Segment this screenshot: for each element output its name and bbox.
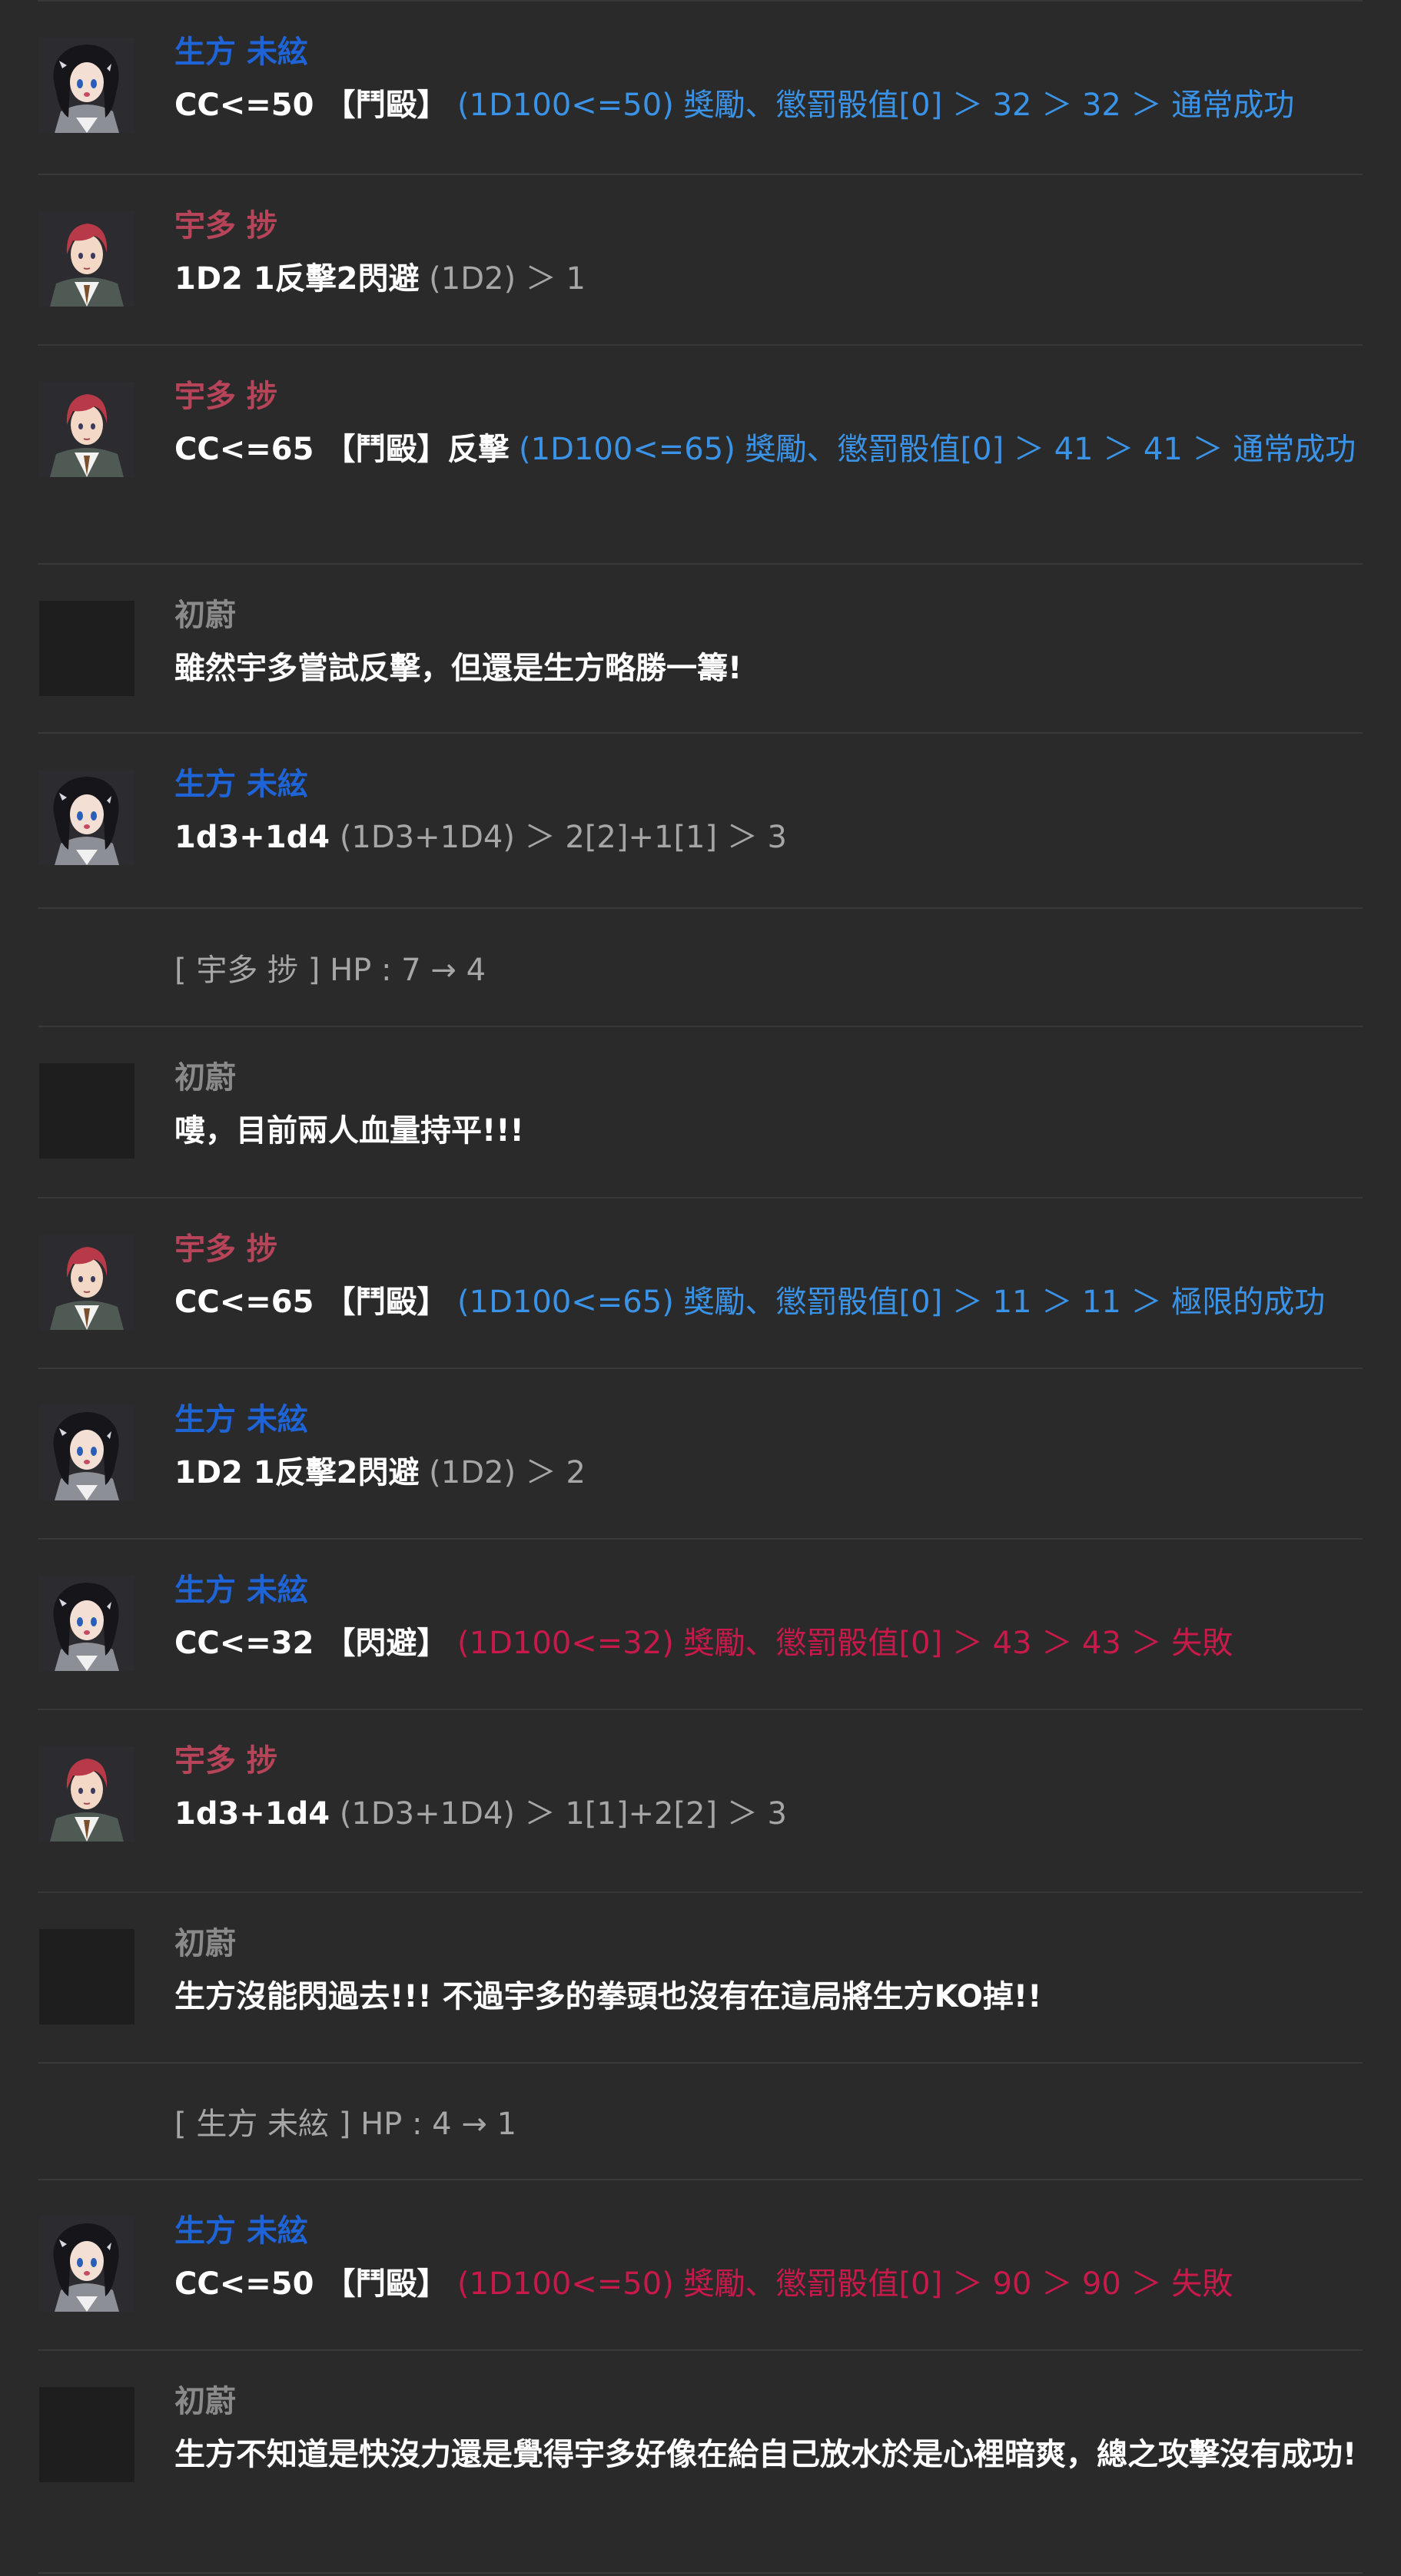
chat-message: 宇多 捗 CC<=65 【鬥毆】 (1D100<=65) 獎勵、懲罰骰值[0] ＞…: [38, 1198, 1363, 1369]
message-body: 1D2 1反擊2閃避 (1D2) ＞ 2: [174, 1449, 1366, 1497]
narration-text: 生方不知道是快沒力還是覺得宇多好像在給自己放水於是心裡暗爽，總之攻擊沒有成功!: [174, 2437, 1357, 2472]
message-body: 嘍，目前兩人血量持平!!!: [174, 1107, 1366, 1155]
avatar[interactable]: [39, 1235, 134, 1330]
dice-result: (1D100<=50) 獎勵、懲罰骰值[0] ＞ 32 ＞ 32 ＞ 通常成功: [447, 88, 1295, 123]
dice-command: 1D2 1反擊2閃避: [174, 1455, 420, 1490]
message-body: CC<=50 【鬥毆】 (1D100<=50) 獎勵、懲罰骰值[0] ＞ 32 …: [174, 81, 1366, 129]
dice-result: (1D3+1D4) ＞ 2[2]+1[1] ＞ 3: [330, 820, 787, 855]
dice-command: CC<=50 【鬥毆】: [174, 2266, 448, 2302]
hp-change-text: [ 宇多 捗 ] HP : 7 → 4: [174, 953, 486, 988]
boy-portrait: [39, 1746, 134, 1842]
message-body: 生方沒能閃過去!!! 不過宇多的拳頭也沒有在這局將生方KO掉!!: [174, 1973, 1366, 2021]
speaker-name: 初蔚: [174, 1060, 236, 1096]
message-body: CC<=65 【鬥毆】 (1D100<=65) 獎勵、懲罰骰值[0] ＞ 11 …: [174, 1278, 1366, 1326]
speaker-name: 宇多 捗: [174, 1743, 277, 1779]
speaker-name: 宇多 捗: [174, 208, 277, 244]
narration-text: 雖然宇多嘗試反擊，但還是生方略勝一籌!: [174, 651, 742, 686]
dice-command: 1d3+1d4: [174, 820, 330, 855]
avatar[interactable]: [39, 1576, 134, 1671]
avatar[interactable]: [39, 601, 134, 696]
avatar[interactable]: [39, 1746, 134, 1842]
girl-portrait: [39, 2216, 134, 2312]
girl-portrait: [39, 1405, 134, 1500]
girl-portrait: [39, 1576, 134, 1671]
narration-message: 初蔚嘍，目前兩人血量持平!!!: [38, 1027, 1363, 1198]
narration-message: 初蔚生方沒能閃過去!!! 不過宇多的拳頭也沒有在這局將生方KO掉!!: [38, 1893, 1363, 2064]
dice-result: (1D100<=50) 獎勵、懲罰骰值[0] ＞ 90 ＞ 90 ＞ 失敗: [447, 2266, 1233, 2302]
avatar[interactable]: [39, 382, 134, 477]
avatar[interactable]: [39, 1405, 134, 1500]
boy-portrait: [39, 211, 134, 307]
chat-message: 生方 未絃 CC<=50 【鬥毆】 (1D100<=50) 獎勵、懲罰骰值[0] …: [38, 0, 1363, 175]
message-body: 雖然宇多嘗試反擊，但還是生方略勝一籌!: [174, 645, 1366, 692]
speaker-name: 宇多 捗: [174, 379, 277, 414]
dice-command: CC<=32 【閃避】: [174, 1626, 448, 1661]
chat-message: 生方 未絃 1D2 1反擊2閃避 (1D2) ＞ 2: [38, 1369, 1363, 1540]
message-body: 1d3+1d4 (1D3+1D4) ＞ 1[1]+2[2] ＞ 3: [174, 1790, 1366, 1838]
narration-text: 生方沒能閃過去!!! 不過宇多的拳頭也沒有在這局將生方KO掉!!: [174, 1979, 1042, 2014]
message-body: 1d3+1d4 (1D3+1D4) ＞ 2[2]+1[1] ＞ 3: [174, 814, 1366, 861]
avatar[interactable]: [39, 1063, 134, 1159]
speaker-name: 生方 未絃: [174, 35, 308, 70]
dice-result: (1D100<=65) 獎勵、懲罰骰值[0] ＞ 11 ＞ 11 ＞ 極限的成功: [447, 1285, 1326, 1320]
dice-command: 1D2 1反擊2閃避: [174, 261, 420, 297]
message-body: CC<=65 【鬥毆】反擊 (1D100<=65) 獎勵、懲罰骰值[0] ＞ 4…: [174, 426, 1366, 473]
avatar[interactable]: [39, 2387, 134, 2482]
girl-portrait: [39, 38, 134, 133]
speaker-name: 初蔚: [174, 1926, 236, 1961]
message-body: 生方不知道是快沒力還是覺得宇多好像在給自己放水於是心裡暗爽，總之攻擊沒有成功!: [174, 2431, 1366, 2478]
message-body: CC<=50 【鬥毆】 (1D100<=50) 獎勵、懲罰骰值[0] ＞ 90 …: [174, 2260, 1366, 2308]
boy-portrait: [39, 1235, 134, 1330]
dice-result: (1D100<=32) 獎勵、懲罰骰值[0] ＞ 43 ＞ 43 ＞ 失敗: [447, 1626, 1233, 1661]
dice-command: CC<=65 【鬥毆】: [174, 1285, 448, 1320]
boy-portrait: [39, 382, 134, 477]
avatar[interactable]: [39, 38, 134, 133]
girl-portrait: [39, 770, 134, 865]
dice-command: 1d3+1d4: [174, 1796, 330, 1832]
hp-change-text: [ 生方 未絃 ] HP : 4 → 1: [174, 2107, 517, 2142]
avatar[interactable]: [39, 211, 134, 307]
system-message: [ 生方 未絃 ] HP : 4 → 1: [38, 2064, 1363, 2180]
chat-message: 宇多 捗 1D2 1反擊2閃避 (1D2) ＞ 1: [38, 175, 1363, 346]
chat-message: 生方 未絃 1d3+1d4 (1D3+1D4) ＞ 2[2]+1[1] ＞ 3: [38, 734, 1363, 909]
dice-command: CC<=65 【鬥毆】反擊: [174, 432, 510, 467]
dice-result: (1D2) ＞ 2: [419, 1455, 586, 1490]
speaker-name: 生方 未絃: [174, 767, 308, 802]
speaker-name: 宇多 捗: [174, 1232, 277, 1267]
dice-command: CC<=50 【鬥毆】: [174, 88, 448, 123]
avatar[interactable]: [39, 1929, 134, 2024]
chat-message: 宇多 捗 1d3+1d4 (1D3+1D4) ＞ 1[1]+2[2] ＞ 3: [38, 1710, 1363, 1893]
system-message: [ 宇多 捗 ] HP : 7 → 4: [38, 909, 1363, 1027]
speaker-name: 生方 未絃: [174, 2213, 308, 2249]
narration-message: 初蔚生方不知道是快沒力還是覺得宇多好像在給自己放水於是心裡暗爽，總之攻擊沒有成功…: [38, 2351, 1363, 2574]
speaker-name: 初蔚: [174, 2384, 236, 2419]
chat-message: 宇多 捗 CC<=65 【鬥毆】反擊 (1D100<=65) 獎勵、懲罰骰值[0]…: [38, 346, 1363, 565]
speaker-name: 初蔚: [174, 598, 236, 633]
chat-message: 生方 未絃 CC<=32 【閃避】 (1D100<=32) 獎勵、懲罰骰值[0] …: [38, 1540, 1363, 1710]
avatar[interactable]: [39, 770, 134, 865]
speaker-name: 生方 未絃: [174, 1402, 308, 1437]
dice-result: (1D2) ＞ 1: [419, 261, 586, 297]
narration-text: 嘍，目前兩人血量持平!!!: [174, 1113, 524, 1149]
dice-result: (1D3+1D4) ＞ 1[1]+2[2] ＞ 3: [330, 1796, 787, 1832]
dice-result: (1D100<=65) 獎勵、懲罰骰值[0] ＞ 41 ＞ 41 ＞ 通常成功: [509, 432, 1356, 467]
avatar[interactable]: [39, 2216, 134, 2312]
chat-message: 生方 未絃 CC<=50 【鬥毆】 (1D100<=50) 獎勵、懲罰骰值[0] …: [38, 2180, 1363, 2351]
message-body: 1D2 1反擊2閃避 (1D2) ＞ 1: [174, 255, 1366, 303]
narration-message: 初蔚雖然宇多嘗試反擊，但還是生方略勝一籌!: [38, 565, 1363, 734]
speaker-name: 生方 未絃: [174, 1573, 308, 1608]
message-body: CC<=32 【閃避】 (1D100<=32) 獎勵、懲罰骰值[0] ＞ 43 …: [174, 1620, 1366, 1667]
